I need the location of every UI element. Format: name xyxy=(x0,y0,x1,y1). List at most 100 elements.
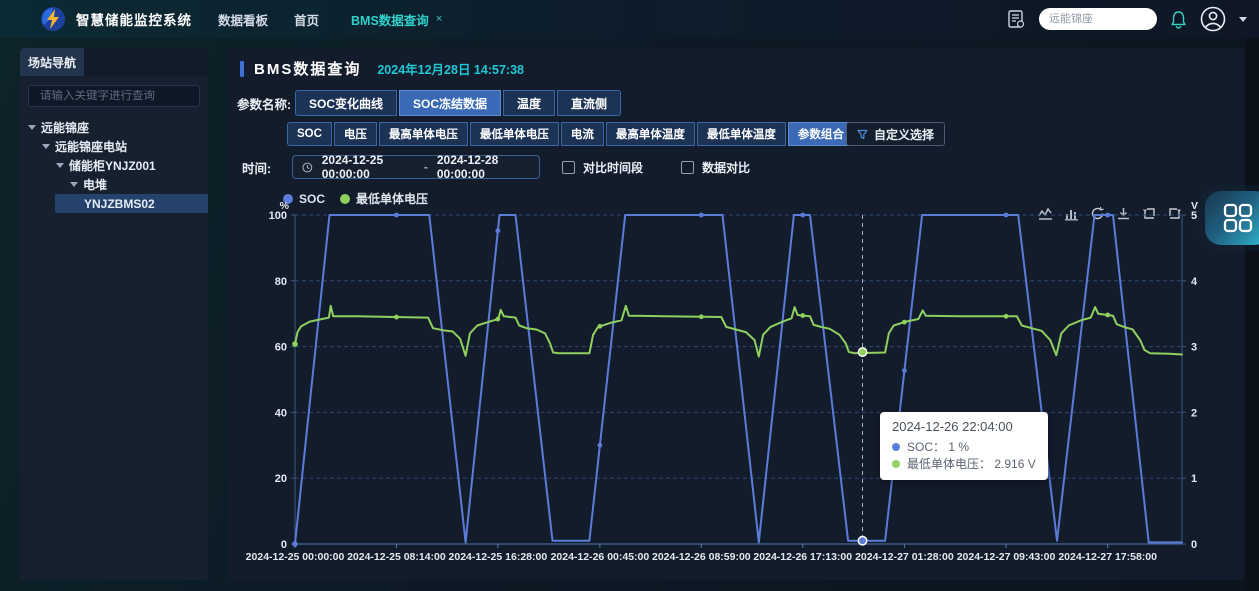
series-point xyxy=(394,315,399,320)
hover-point xyxy=(858,348,866,356)
sub-tab-min-cell-temp[interactable]: 最低单体温度 xyxy=(697,122,786,146)
param-tab-soc-curve[interactable]: SOC变化曲线 xyxy=(295,90,397,116)
data-compare-checkbox[interactable]: 数据对比 xyxy=(681,159,750,176)
y-right-tick-label: 1 xyxy=(1191,473,1197,485)
tree-node-station-root[interactable]: 远能锦座 xyxy=(20,118,208,137)
station-search[interactable] xyxy=(1039,8,1157,30)
series-point xyxy=(1105,313,1110,318)
user-avatar[interactable] xyxy=(1200,6,1226,32)
sub-tab-voltage[interactable]: 电压 xyxy=(334,122,377,146)
main-panel: BMS数据查询 2024年12月28日 14:57:38 参数名称: SOC变化… xyxy=(228,48,1245,580)
param-tab-dc-side[interactable]: 直流侧 xyxy=(557,90,621,116)
series-point xyxy=(495,228,500,233)
series-point xyxy=(699,213,704,218)
custom-select-button[interactable]: 自定义选择 xyxy=(846,122,945,146)
quick-nav-button[interactable] xyxy=(1205,191,1259,245)
caret-icon xyxy=(28,125,36,130)
report-icon[interactable] xyxy=(1007,9,1026,29)
series-point xyxy=(699,314,704,319)
y-right-tick-label: 2 xyxy=(1191,407,1197,419)
notification-bell-icon[interactable] xyxy=(1170,10,1187,29)
sub-tab-max-cell-temp[interactable]: 最高单体温度 xyxy=(606,122,695,146)
tree-node-stack[interactable]: 电堆 xyxy=(20,175,208,194)
tree-node-label: 远能锦座 xyxy=(41,119,89,136)
tooltip-row: 最低单体电压： 2.916 V xyxy=(892,455,1036,472)
series-point xyxy=(292,341,298,347)
y-left-tick-label: 60 xyxy=(275,342,287,354)
series-point xyxy=(800,313,805,318)
date-separator: - xyxy=(424,160,428,174)
nav-data-dashboard[interactable]: 数据看板 xyxy=(218,10,268,29)
tab-station-navigation[interactable]: 场站导航 xyxy=(20,48,84,76)
tooltip-series-dot xyxy=(892,460,900,468)
x-tick-label: 2024-12-25 00:00:00 xyxy=(246,551,345,563)
topbar: 智慧储能监控系统 数据看板首页 BMS数据查询 × xyxy=(0,0,1259,38)
tree-node-bms-device[interactable]: YNJZBMS02 xyxy=(55,194,208,213)
checkbox-label: 数据对比 xyxy=(702,159,750,176)
date-range-picker[interactable]: 2024-12-25 00:00:00 - 2024-12-28 00:00:0… xyxy=(292,155,540,179)
tree-node-label: YNJZBMS02 xyxy=(84,197,155,211)
param-tab-soc-frozen[interactable]: SOC冻结数据 xyxy=(399,90,501,116)
caret-icon xyxy=(70,182,78,187)
tab-bms-data-query[interactable]: BMS数据查询 × xyxy=(351,10,442,29)
param-tab-temperature[interactable]: 温度 xyxy=(503,90,555,116)
sidebar: 场站导航 远能锦座远能锦座电站储能柜YNJZ001电堆 YNJZBMS02 xyxy=(20,48,208,580)
user-menu-caret-icon[interactable] xyxy=(1239,17,1247,22)
series-line-最低单体电压 xyxy=(295,306,1182,357)
tooltip-series-value: SOC： 1 % xyxy=(907,438,969,455)
page-title: BMS数据查询 xyxy=(254,58,361,79)
nav-home[interactable]: 首页 xyxy=(294,10,319,29)
sub-tab-max-cell-voltage[interactable]: 最高单体电压 xyxy=(379,122,468,146)
sub-tab-min-cell-voltage[interactable]: 最低单体电压 xyxy=(470,122,559,146)
y-left-tick-label: 0 xyxy=(281,539,287,551)
page-title-row: BMS数据查询 2024年12月28日 14:57:38 xyxy=(240,58,524,79)
parameter-row: 参数名称: SOC变化曲线SOC冻结数据温度直流侧 xyxy=(237,90,621,116)
custom-select-label: 自定义选择 xyxy=(874,126,934,143)
sub-tab-current[interactable]: 电流 xyxy=(561,122,604,146)
tree-node-cabinet[interactable]: 储能柜YNJZ001 xyxy=(20,156,208,175)
series-point xyxy=(1004,213,1009,218)
y-left-unit-label: % xyxy=(280,200,290,212)
compare-period-checkbox[interactable]: 对比时间段 xyxy=(562,159,643,176)
y-left-tick-label: 80 xyxy=(275,276,287,288)
checkbox-box[interactable] xyxy=(681,161,694,174)
x-tick-label: 2024-12-26 00:45:00 xyxy=(551,551,650,563)
keyword-search-input[interactable] xyxy=(40,90,194,102)
series-point xyxy=(902,368,907,373)
series-point xyxy=(1004,314,1009,319)
line-chart[interactable]: 020406080100012345%V2024-12-25 00:00:002… xyxy=(252,205,1227,577)
series-point xyxy=(598,324,603,329)
tree-node-label: 远能锦座电站 xyxy=(55,138,127,155)
tooltip-timestamp: 2024-12-26 22:04:00 xyxy=(892,419,1036,434)
close-icon[interactable]: × xyxy=(436,13,442,25)
x-tick-label: 2024-12-26 08:59:00 xyxy=(652,551,751,563)
sidebar-search[interactable] xyxy=(28,85,200,107)
sub-parameter-row: SOC电压最高单体电压最低单体电压电流最高单体温度最低单体温度参数组合 xyxy=(287,122,854,146)
sub-tab-param-combo[interactable]: 参数组合 xyxy=(788,122,854,146)
checkbox-group: 对比时间段 数据对比 xyxy=(562,159,750,176)
topbar-nav: 数据看板 首页 xyxy=(192,10,319,29)
tooltip-rows: SOC： 1 %最低单体电压： 2.916 V xyxy=(892,438,1036,472)
y-right-tick-label: 3 xyxy=(1191,342,1197,354)
date-end-value: 2024-12-28 00:00:00 xyxy=(437,153,530,181)
station-search-input[interactable] xyxy=(1049,13,1147,25)
caret-icon xyxy=(56,163,64,168)
chart-tooltip: 2024-12-26 22:04:00 SOC： 1 %最低单体电压： 2.91… xyxy=(880,412,1048,480)
series-line-SOC xyxy=(295,215,1182,544)
checkbox-box[interactable] xyxy=(562,161,575,174)
tree-node-label: 储能柜YNJZ001 xyxy=(69,157,156,174)
hover-point xyxy=(858,537,866,545)
checkbox-label: 对比时间段 xyxy=(583,159,643,176)
x-tick-label: 2024-12-25 08:14:00 xyxy=(347,551,446,563)
sub-tab-soc[interactable]: SOC xyxy=(287,122,332,146)
tree-node-plant[interactable]: 远能锦座电站 xyxy=(20,137,208,156)
y-right-unit-label: V xyxy=(1191,200,1198,212)
legend-item-SOC[interactable]: SOC xyxy=(283,192,325,206)
tooltip-series-value: 最低单体电压： 2.916 V xyxy=(907,455,1036,472)
series-point xyxy=(1105,213,1110,218)
series-point xyxy=(800,213,805,218)
legend-label: SOC xyxy=(299,192,325,206)
tooltip-row: SOC： 1 % xyxy=(892,438,1036,455)
y-right-tick-label: 4 xyxy=(1191,276,1198,288)
page-edge-strip xyxy=(1245,38,1259,591)
